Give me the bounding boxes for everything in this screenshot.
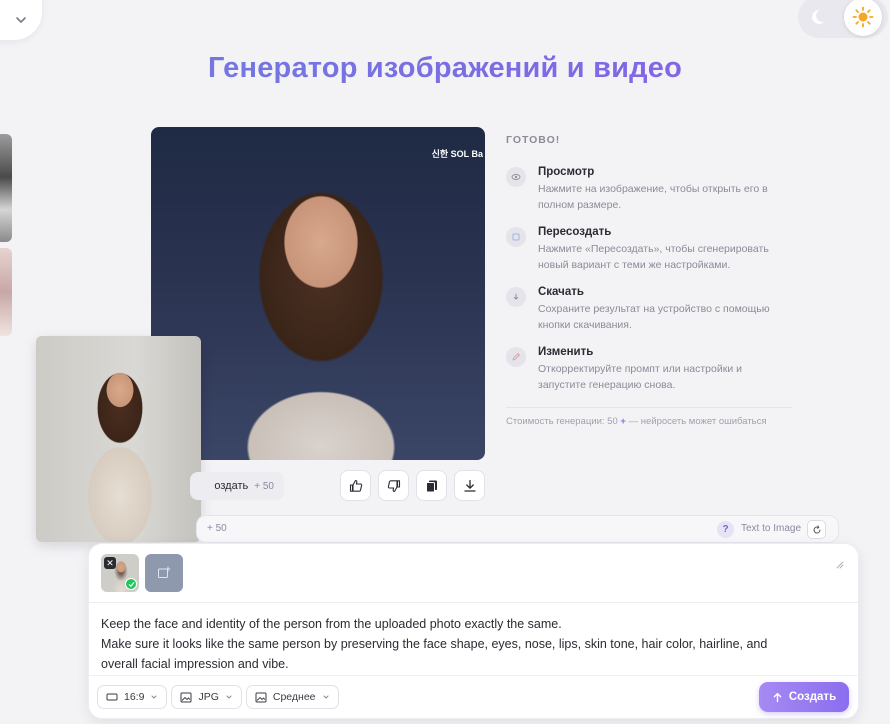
thumbs-down-icon [387,479,400,492]
divider [506,407,792,408]
generation-toolbar: + 50 ? Text to Image [196,515,839,543]
info-item-edit: Изменить Откорректируйте промпт или наст… [506,346,792,393]
info-item-recreate: Пересоздать Нажмите «Пересоздать», чтобы… [506,226,792,273]
prompt-line: Keep the face and identity of the person… [101,617,562,631]
page-title: Генератор изображений и видео [0,52,890,85]
refresh-icon [506,227,526,247]
info-panel: ГОТОВО! Просмотр Нажмите на изображение,… [506,134,792,427]
recreate-cost: + 50 [254,480,274,492]
format-value: JPG [198,691,219,703]
eye-icon [506,167,526,187]
download-button[interactable] [454,470,485,501]
copy-icon [425,480,437,492]
remove-attachment-icon[interactable]: ✕ [104,557,116,569]
info-item-download: Скачать Сохраните результат на устройств… [506,286,792,333]
info-item-view: Просмотр Нажмите на изображение, чтобы о… [506,166,792,213]
previous-result-thumbnail[interactable] [0,134,12,242]
like-button[interactable] [340,470,371,501]
add-image-icon [158,566,171,578]
image-badge-text: 신한 SOL Ba [431,149,483,159]
prompt-input[interactable]: Keep the face and identity of the person… [101,614,841,674]
moon-icon [812,9,825,24]
prompt-line: overall facial impression and vibe. [101,657,289,671]
generation-cost: + 50 [207,523,227,534]
generation-options: 16:9 JPG Среднее [97,685,339,709]
cost-note-suffix: — нейросеть может ошибаться [628,416,767,427]
create-label: Создать [788,691,837,703]
prompt-line: Make sure it looks like the same person … [101,637,768,651]
thumbs-up-icon [349,479,362,492]
info-item-description: Нажмите на изображение, чтобы открыть ег… [538,183,768,211]
collapse-button[interactable] [0,0,42,40]
info-item-description: Откорректируйте промпт или настройки и з… [538,363,742,391]
expand-icon[interactable] [834,556,844,574]
quality-select[interactable]: Среднее [245,685,339,709]
mode-selector[interactable]: Text to Image [741,523,801,534]
dark-theme-option[interactable] [802,0,840,36]
generation-cost-note: Стоимость генерации: 50 + — нейросеть мо… [506,416,792,427]
status-label: ГОТОВО! [506,134,561,146]
attachments: ✕ [101,554,183,592]
light-theme-option[interactable] [844,0,882,36]
aspect-ratio-value: 16:9 [124,691,145,703]
format-select[interactable]: JPG [171,685,242,709]
recreate-label: оздать [214,480,249,492]
chevron-down-icon [323,695,328,699]
recreate-button[interactable]: оздать + 50 [190,472,284,500]
aspect-ratio-icon [106,693,118,701]
download-icon [506,287,526,307]
quality-value: Среднее [272,691,316,703]
plus-icon: + [620,416,626,427]
image-icon [255,692,267,702]
chevron-down-icon [16,17,26,23]
image-icon [180,692,192,702]
divider [89,602,858,603]
reference-image[interactable] [36,336,201,542]
rotate-icon [813,525,820,533]
check-icon [125,578,137,590]
aspect-ratio-select[interactable]: 16:9 [97,685,168,709]
attached-image[interactable]: ✕ [101,554,139,592]
info-item-title: Пересоздать [538,226,612,238]
prompt-composer: ✕ Keep the face and identity of the pers… [88,543,859,719]
sun-icon [852,6,874,28]
info-item-title: Изменить [538,346,594,358]
info-item-description: Нажмите «Пересоздать», чтобы сгенерирова… [538,243,769,271]
chevron-down-icon [226,695,232,699]
pencil-icon [506,347,526,367]
theme-toggle[interactable] [798,0,888,38]
dislike-button[interactable] [378,470,409,501]
info-item-title: Скачать [538,286,584,298]
divider [89,675,858,676]
download-icon [463,479,476,492]
create-button[interactable]: Создать [759,682,849,712]
generated-image[interactable]: 신한 SOL Ba [151,127,485,460]
info-item-title: Просмотр [538,166,595,178]
chevron-down-icon [151,695,157,699]
info-item-description: Сохраните результат на устройство с помо… [538,303,770,331]
help-icon[interactable]: ? [717,521,734,538]
previous-result-thumbnail[interactable] [0,248,12,336]
arrow-up-icon [773,692,782,702]
cost-note-prefix: Стоимость генерации: 50 [506,416,618,427]
reset-button[interactable] [807,520,826,539]
add-image-button[interactable] [145,554,183,592]
copy-button[interactable] [416,470,447,501]
